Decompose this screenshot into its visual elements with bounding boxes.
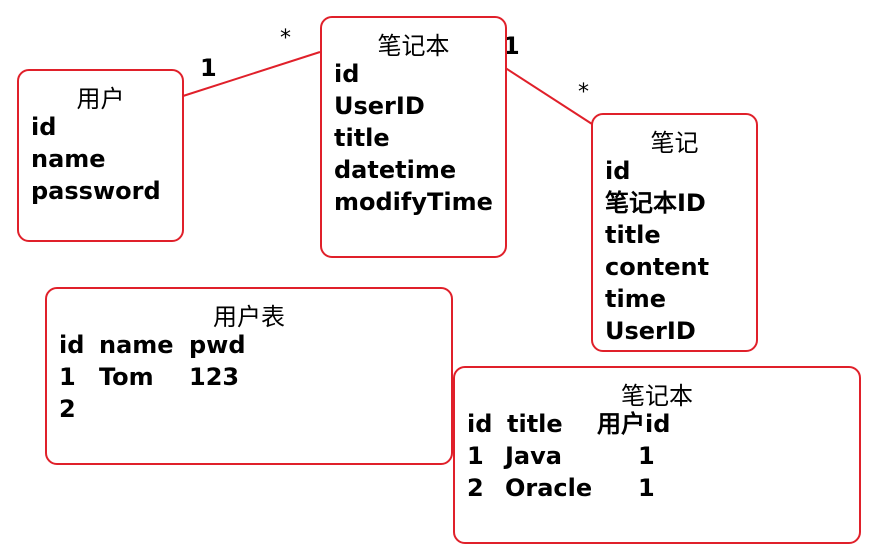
entity-user-field: id — [31, 113, 57, 141]
entity-notebook-title: 笔记本 — [377, 32, 450, 60]
entity-user-field: name — [31, 145, 106, 173]
notebook-table-cell: Java — [505, 442, 562, 470]
notebook-table-cell: 1 — [638, 474, 655, 502]
notebook-side-multiplicity: * — [280, 26, 291, 51]
notebook-table-header: title — [507, 410, 563, 438]
entity-user-title: 用户 — [76, 85, 125, 113]
entity-notebook-field: datetime — [334, 156, 457, 184]
notebook-table-title: 笔记本 — [621, 382, 693, 410]
user-table-title: 用户表 — [213, 303, 285, 331]
user-table-cell: 2 — [59, 395, 76, 423]
entity-notebook-field: id — [334, 60, 360, 88]
user-table: 用户表 id name pwd 1 Tom 123 2 — [45, 287, 453, 465]
entity-note-field: content — [605, 253, 710, 281]
notebook-table-header: id — [467, 410, 493, 438]
entity-note: 笔记 id 笔记本ID title content time UserID — [591, 113, 758, 352]
user-side-multiplicity: 1 — [200, 54, 217, 82]
notebook-table: 笔记本 id title 用户id 1 Java 1 2 Oracle 1 — [453, 366, 861, 544]
entity-notebook-field: UserID — [334, 92, 425, 120]
notebook-table-cell: 2 — [467, 474, 484, 502]
user-table-header: name — [99, 331, 174, 359]
entity-note-field: 笔记本ID — [605, 189, 706, 217]
entity-note-field: UserID — [605, 317, 696, 345]
entity-note-field: time — [605, 285, 666, 313]
entity-notebook-field: modifyTime — [334, 188, 493, 216]
user-table-header: id — [59, 331, 85, 359]
entity-note-field: title — [605, 221, 661, 249]
user-table-header: pwd — [189, 331, 246, 359]
user-table-cell: 123 — [189, 363, 240, 391]
note-side-multiplicity: * — [578, 80, 589, 105]
user-table-cell: 1 — [59, 363, 76, 391]
notebook-table-header: 用户id — [597, 410, 671, 438]
entity-notebook-field: title — [334, 124, 390, 152]
entity-note-field: id — [605, 157, 631, 185]
entity-notebook: 笔记本 id UserID title datetime modifyTime — [320, 16, 507, 258]
user-table-cell: Tom — [99, 363, 154, 391]
notebook-table-cell: 1 — [467, 442, 484, 470]
entity-user-field: password — [31, 177, 161, 205]
notebook-table-cell: Oracle — [505, 474, 593, 502]
entity-user: 用户 id name password — [17, 69, 184, 242]
notebook-table-cell: 1 — [638, 442, 655, 470]
entity-note-title: 笔记 — [650, 129, 699, 157]
